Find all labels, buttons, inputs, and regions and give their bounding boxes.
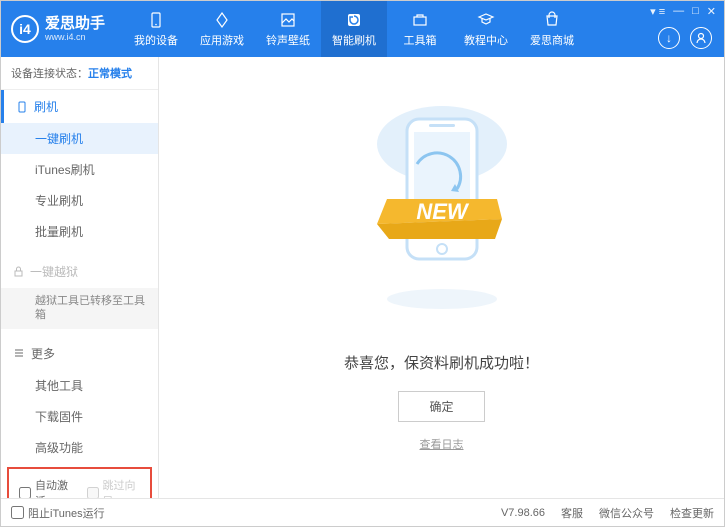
phone-icon xyxy=(16,101,28,113)
maximize-icon[interactable]: □ xyxy=(692,5,699,18)
success-illustration: NEW xyxy=(367,104,517,334)
view-log-link[interactable]: 查看日志 xyxy=(420,436,464,452)
nav-my-device[interactable]: 我的设备 xyxy=(123,1,189,57)
wallpaper-icon xyxy=(279,11,297,29)
checkbox-skip-wizard[interactable]: 跳过向导 xyxy=(87,477,141,498)
footer-wechat[interactable]: 微信公众号 xyxy=(599,505,654,521)
sidebar-jailbreak-note: 越狱工具已转移至工具箱 xyxy=(1,288,158,329)
version-label: V7.98.66 xyxy=(501,507,545,519)
nav: 我的设备 应用游戏 铃声壁纸 智能刷机 工具箱 教程中心 爱思商城 xyxy=(123,1,585,57)
sidebar-item-pro[interactable]: 专业刷机 xyxy=(1,185,158,216)
logo: i4 爱思助手 www.i4.cn xyxy=(11,15,105,43)
menu-icon[interactable]: ▾ ≡ xyxy=(650,5,665,18)
sidebar-item-oneclick[interactable]: 一键刷机 xyxy=(1,123,158,154)
main-content: NEW 恭喜您，保资料刷机成功啦！ 确定 查看日志 xyxy=(159,57,724,498)
sidebar-item-advanced[interactable]: 高级功能 xyxy=(1,432,158,463)
footer: 阻止iTunes运行 V7.98.66 客服 微信公众号 检查更新 xyxy=(1,498,724,526)
footer-update[interactable]: 检查更新 xyxy=(670,505,714,521)
header: i4 爱思助手 www.i4.cn 我的设备 应用游戏 铃声壁纸 智能刷机 工具… xyxy=(1,1,724,57)
sidebar-item-firmware[interactable]: 下载固件 xyxy=(1,401,158,432)
logo-icon: i4 xyxy=(11,15,39,43)
user-button[interactable] xyxy=(690,27,712,49)
nav-tutorial[interactable]: 教程中心 xyxy=(453,1,519,57)
download-button[interactable]: ↓ xyxy=(658,27,680,49)
checkbox-block-itunes[interactable]: 阻止iTunes运行 xyxy=(11,505,105,521)
device-status: 设备连接状态：正常模式 xyxy=(1,57,158,90)
success-message: 恭喜您，保资料刷机成功啦！ xyxy=(344,352,539,373)
minimize-icon[interactable]: — xyxy=(673,5,684,18)
app-url: www.i4.cn xyxy=(45,32,105,42)
flash-icon xyxy=(345,11,363,29)
nav-apps[interactable]: 应用游戏 xyxy=(189,1,255,57)
sidebar-section-flash[interactable]: 刷机 xyxy=(1,90,158,123)
new-badge: NEW xyxy=(416,199,470,224)
lock-icon xyxy=(13,266,24,277)
ok-button[interactable]: 确定 xyxy=(398,391,484,422)
nav-flash[interactable]: 智能刷机 xyxy=(321,1,387,57)
device-icon xyxy=(147,11,165,29)
close-icon[interactable]: ✕ xyxy=(707,5,716,18)
nav-toolbox[interactable]: 工具箱 xyxy=(387,1,453,57)
store-icon xyxy=(543,11,561,29)
checkbox-auto-activate[interactable]: 自动激活 xyxy=(19,477,73,498)
sidebar: 设备连接状态：正常模式 刷机 一键刷机 iTunes刷机 专业刷机 批量刷机 一… xyxy=(1,57,159,498)
list-icon xyxy=(13,347,25,359)
sidebar-item-batch[interactable]: 批量刷机 xyxy=(1,216,158,247)
tutorial-icon xyxy=(477,11,495,29)
nav-store[interactable]: 爱思商城 xyxy=(519,1,585,57)
apps-icon xyxy=(213,11,231,29)
activation-options: 自动激活 跳过向导 xyxy=(7,467,152,498)
window-controls: ▾ ≡ — □ ✕ xyxy=(650,5,716,18)
app-name: 爱思助手 xyxy=(45,16,105,33)
sidebar-item-itunes[interactable]: iTunes刷机 xyxy=(1,154,158,185)
sidebar-section-more[interactable]: 更多 xyxy=(1,337,158,370)
nav-ringtones[interactable]: 铃声壁纸 xyxy=(255,1,321,57)
toolbox-icon xyxy=(411,11,429,29)
footer-support[interactable]: 客服 xyxy=(561,505,583,521)
sidebar-item-other[interactable]: 其他工具 xyxy=(1,370,158,401)
sidebar-section-jailbreak: 一键越狱 xyxy=(1,255,158,288)
